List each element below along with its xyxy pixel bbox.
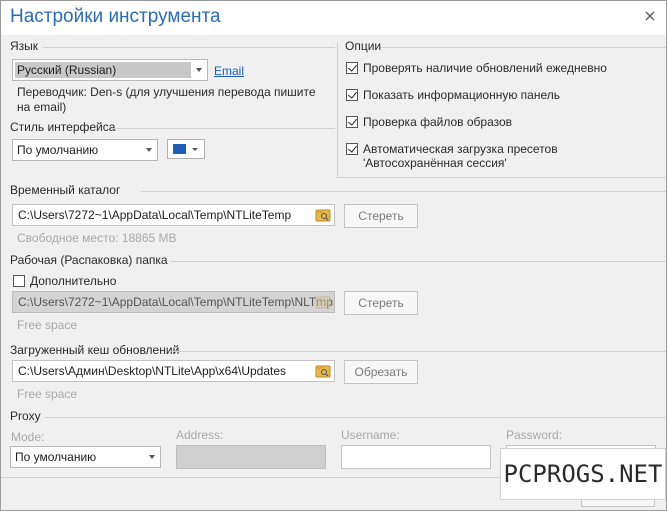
workdir-clear-button[interactable]: Стереть — [344, 291, 418, 315]
options-section-label: Опции — [345, 39, 382, 53]
translator-note: Переводчик: Den-s (для улучшения перевод… — [17, 85, 316, 114]
cache-trim-button[interactable]: Обрезать — [344, 360, 418, 384]
chevron-down-icon — [146, 148, 152, 152]
browse-folder-icon[interactable] — [312, 361, 334, 381]
cache-section-label: Загруженный кеш обновлений — [10, 343, 180, 357]
chevron-down-icon — [192, 148, 198, 151]
checkbox-checked-icon — [346, 116, 358, 128]
proxy-address-field — [176, 445, 326, 469]
cache-path-value: C:\Users\Админ\Desktop\NTLite\App\x64\Up… — [18, 364, 287, 378]
checkbox-checked-icon — [346, 62, 358, 74]
option-label: Автоматическая загрузка пресетов 'Автосо… — [363, 142, 558, 170]
cache-divider — [171, 351, 666, 352]
checkbox-unchecked-icon — [13, 275, 25, 287]
option-label: Показать информационную панель — [363, 88, 560, 102]
proxy-divider — [45, 417, 666, 418]
option-label: Проверять наличие обновлений ежедневно — [363, 61, 607, 75]
browse-folder-icon[interactable] — [312, 205, 334, 225]
language-select[interactable]: Русский (Russian) — [12, 59, 208, 81]
style-select[interactable]: По умолчанию — [12, 139, 158, 161]
proxy-username-label: Username: — [341, 428, 400, 442]
temp-divider — [141, 191, 666, 192]
temp-section-label: Временный каталог — [10, 183, 121, 197]
proxy-section-label: Proxy — [10, 409, 41, 423]
chevron-down-icon — [149, 455, 155, 459]
workdir-advanced-label: Дополнительно — [30, 274, 117, 288]
window-title: Настройки инструмента — [10, 6, 221, 27]
checkbox-checked-icon — [346, 89, 358, 101]
cache-path-field[interactable]: C:\Users\Админ\Desktop\NTLite\App\x64\Up… — [12, 360, 335, 382]
proxy-mode-select[interactable]: По умолчанию — [10, 446, 161, 468]
style-divider — [111, 128, 335, 129]
browse-folder-icon — [312, 292, 334, 312]
proxy-username-field — [341, 445, 491, 469]
temp-free-space: Свободное место: 18865 MB — [17, 231, 177, 245]
language-select-value: Русский (Russian) — [15, 62, 191, 78]
email-link[interactable]: Email — [214, 64, 244, 78]
workdir-divider — [171, 261, 666, 262]
style-select-value: По умолчанию — [17, 143, 99, 157]
chevron-down-icon — [196, 68, 202, 72]
watermark-logo: PCPROGS.NET — [500, 448, 666, 500]
proxy-mode-value: По умолчанию — [15, 450, 97, 464]
style-section-label: Стиль интерфейса — [10, 120, 116, 134]
option-label: Проверка файлов образов — [363, 115, 513, 129]
workdir-advanced-checkbox[interactable]: Дополнительно — [13, 274, 116, 288]
language-divider — [43, 47, 335, 48]
temp-clear-button[interactable]: Стереть — [344, 204, 418, 228]
options-bottom-divider — [337, 177, 666, 178]
option-check-updates[interactable]: Проверять наличие обновлений ежедневно — [346, 61, 607, 75]
color-swatch — [173, 144, 186, 154]
temp-path-field[interactable]: C:\Users\7272~1\AppData\Local\Temp\NTLit… — [12, 204, 335, 226]
column-divider — [337, 43, 338, 177]
title-bar: Настройки инструмента — [1, 1, 666, 35]
proxy-address-label: Address: — [176, 428, 224, 442]
option-verify-images[interactable]: Проверка файлов образов — [346, 115, 512, 129]
workdir-free-space: Free space — [17, 318, 78, 332]
close-icon[interactable] — [642, 8, 658, 24]
language-section-label: Язык — [10, 39, 39, 53]
workdir-section-label: Рабочая (Распаковка) папка — [10, 253, 168, 267]
cache-free-space: Free space — [17, 387, 78, 401]
settings-window: Настройки инструмента Язык Русский (Russ… — [0, 0, 667, 511]
options-divider — [381, 47, 666, 48]
workdir-path-field: C:\Users\7272~1\AppData\Local\Temp\NTLit… — [12, 291, 335, 313]
proxy-mode-label: Mode: — [11, 430, 45, 444]
workdir-path-value: C:\Users\7272~1\AppData\Local\Temp\NTLit… — [18, 295, 335, 309]
option-show-info-panel[interactable]: Показать информационную панель — [346, 88, 560, 102]
option-autoload-presets[interactable]: Автоматическая загрузка пресетов 'Автосо… — [346, 142, 576, 170]
proxy-password-label: Password: — [506, 428, 563, 442]
temp-path-value: C:\Users\7272~1\AppData\Local\Temp\NTLit… — [18, 208, 292, 222]
checkbox-checked-icon — [346, 143, 358, 155]
accent-color-picker[interactable] — [167, 139, 205, 159]
